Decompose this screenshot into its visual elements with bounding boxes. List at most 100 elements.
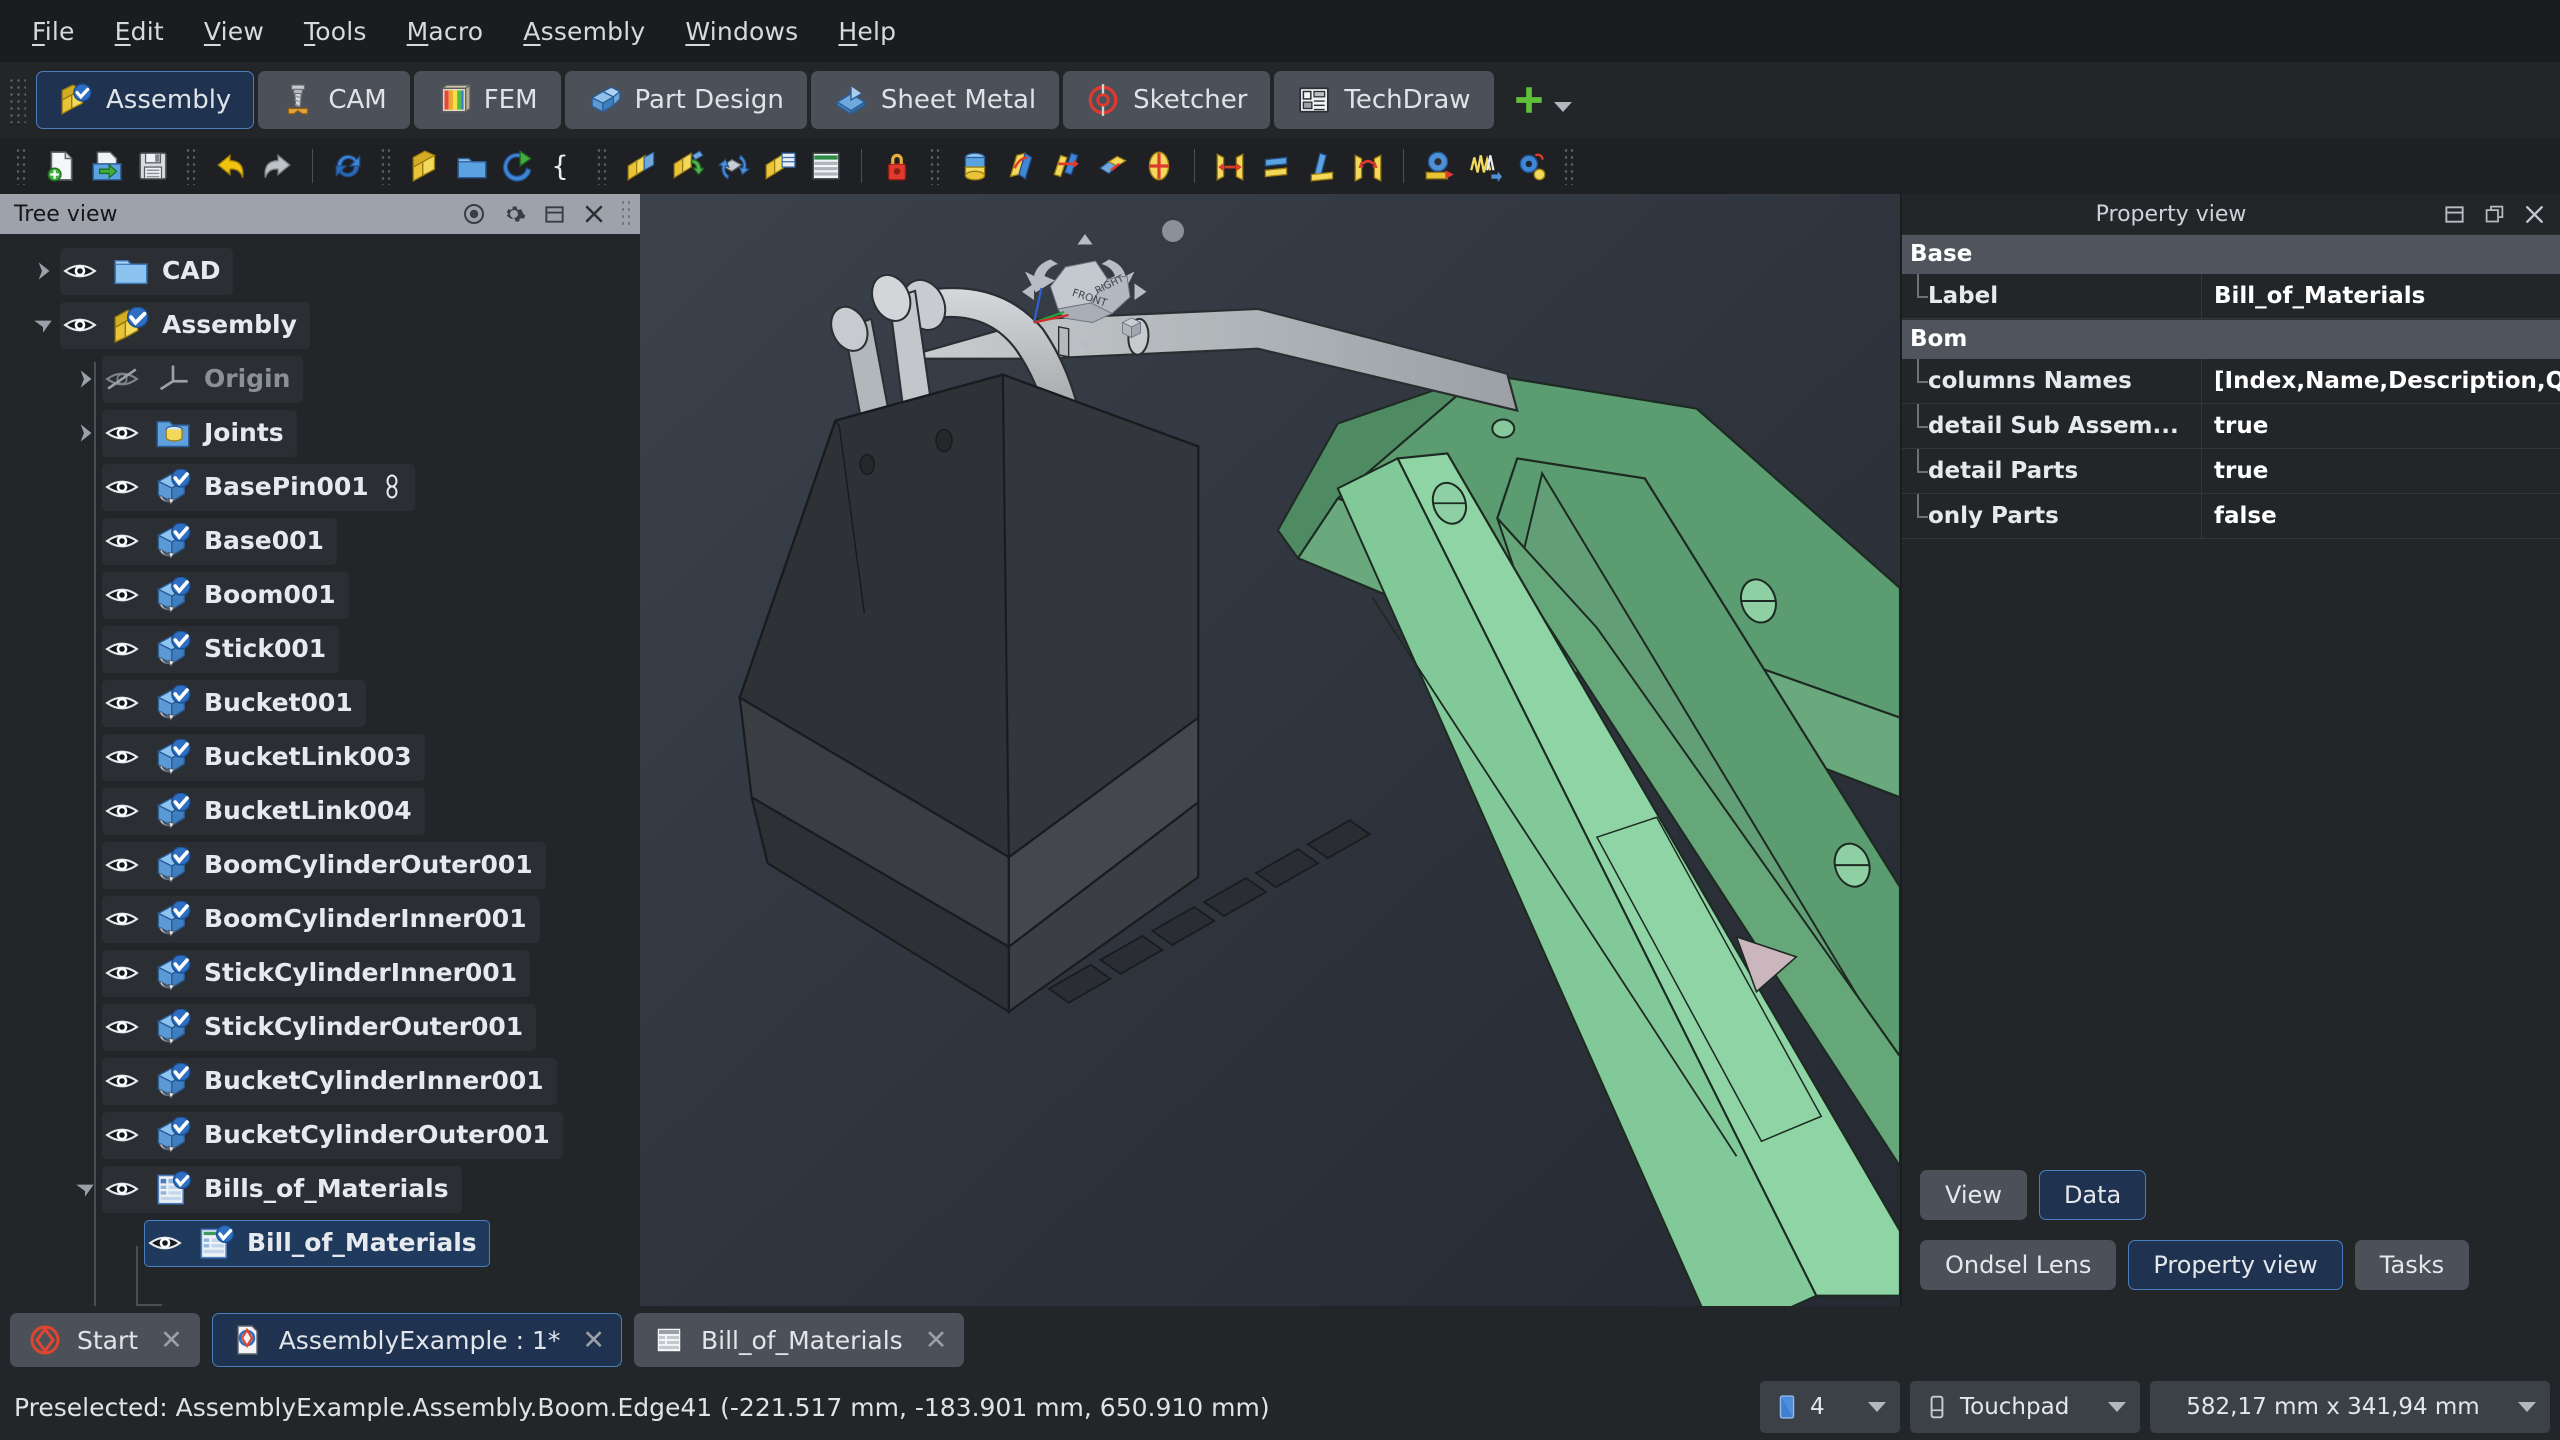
parallel-joint-icon[interactable] (1253, 143, 1299, 189)
property-value[interactable]: [Index,Name,Description,Q... (2202, 359, 2560, 404)
property-value[interactable]: Bill_of_Materials (2202, 274, 2560, 319)
expand-down-icon[interactable] (68, 1172, 102, 1206)
angle-joint-icon[interactable] (1345, 143, 1391, 189)
workbench-toolbar-grip[interactable] (8, 77, 26, 123)
insert-component-icon[interactable] (665, 143, 711, 189)
visibility-toggle-icon[interactable] (102, 961, 142, 985)
dimension-indicator[interactable]: 582,17 mm x 341,94 mm (2150, 1381, 2550, 1433)
export-bom-icon[interactable] (803, 143, 849, 189)
solve-assembly-icon[interactable] (619, 143, 665, 189)
close-tab-icon[interactable]: ✕ (576, 1325, 605, 1356)
joint-lock-icon[interactable] (874, 143, 920, 189)
menu-item-view[interactable]: View (184, 11, 284, 52)
workbench-tab-techdraw[interactable]: TechDraw (1274, 71, 1494, 129)
property-row[interactable]: columns Names [Index,Name,Description,Q..… (1902, 359, 2560, 404)
undo-icon[interactable] (208, 143, 254, 189)
create-part-icon[interactable] (449, 143, 495, 189)
tree-item-bills_of_materials[interactable]: Bills_of_Materials (0, 1162, 640, 1216)
property-row[interactable]: Label Bill_of_Materials (1902, 274, 2560, 319)
tree-item-bucketlink003[interactable]: BucketLink003 (0, 730, 640, 784)
new-document-icon[interactable] (38, 143, 84, 189)
workbench-tab-part-design[interactable]: Part Design (564, 71, 807, 129)
data-tab-button[interactable]: Data (2038, 1170, 2147, 1220)
tree-item-base001[interactable]: Base001 (0, 514, 640, 568)
perpendicular-joint-icon[interactable] (1299, 143, 1345, 189)
cylindrical-joint-icon[interactable] (952, 143, 998, 189)
workbench-tab-cam[interactable]: CAM (258, 71, 410, 129)
tasks-panel-button[interactable]: Tasks (2354, 1240, 2470, 1290)
ball-joint-icon[interactable] (1090, 143, 1136, 189)
visibility-toggle-icon[interactable] (102, 1177, 142, 1201)
toolbar-grip[interactable] (185, 147, 199, 185)
visibility-icon[interactable] (454, 195, 494, 233)
tree-item-joints[interactable]: Joints (0, 406, 640, 460)
tree-item-origin[interactable]: Origin (0, 352, 640, 406)
tree-item-bucketlink004[interactable]: BucketLink004 (0, 784, 640, 838)
visibility-toggle-icon[interactable] (60, 259, 100, 283)
navigation-style-dropdown[interactable]: Touchpad (1910, 1381, 2140, 1433)
menu-item-edit[interactable]: Edit (95, 11, 184, 52)
workbench-tab-assembly[interactable]: Assembly (36, 71, 255, 129)
tree-item-stick001[interactable]: Stick001 (0, 622, 640, 676)
chevron-down-icon[interactable] (1868, 1402, 1886, 1412)
add-workbench-caret-icon[interactable] (1553, 102, 1572, 112)
fixed-joint-icon[interactable] (1136, 143, 1182, 189)
toolbar-grip[interactable] (929, 147, 943, 185)
visibility-toggle-icon[interactable] (102, 1015, 142, 1039)
visibility-toggle-icon[interactable] (102, 637, 142, 661)
property-value[interactable]: true (2202, 449, 2560, 494)
visibility-toggle-icon[interactable] (102, 799, 142, 823)
revolute-joint-icon[interactable] (998, 143, 1044, 189)
visibility-toggle-icon[interactable] (102, 745, 142, 769)
slider-joint-icon[interactable] (1044, 143, 1090, 189)
workbench-tab-fem[interactable]: FEM (413, 71, 561, 129)
property-row[interactable]: detail Sub Assem... true (1902, 404, 2560, 449)
menu-item-windows[interactable]: Windows (665, 11, 818, 52)
visibility-toggle-icon[interactable] (102, 421, 142, 445)
property-view-panel-button[interactable]: Property view (2128, 1240, 2343, 1290)
visibility-toggle-icon[interactable] (102, 1123, 142, 1147)
visibility-toggle-icon[interactable] (102, 691, 142, 715)
visibility-toggle-icon[interactable] (102, 367, 142, 391)
ondsel-lens-panel-button[interactable]: Ondsel Lens (1920, 1240, 2117, 1290)
toggle-exploded-view-icon[interactable] (711, 143, 757, 189)
tree-panel-grip[interactable] (620, 199, 632, 229)
tree-item-boomcylinderouter001[interactable]: BoomCylinderOuter001 (0, 838, 640, 892)
view-tab-button[interactable]: View (1920, 1170, 2027, 1220)
close-icon[interactable] (574, 195, 614, 233)
toolbar-grip[interactable] (15, 147, 29, 185)
float-icon[interactable] (2474, 195, 2514, 233)
menu-item-tools[interactable]: Tools (284, 11, 387, 52)
property-row[interactable]: detail Parts true (1902, 449, 2560, 494)
measure-icon[interactable] (1416, 143, 1462, 189)
menu-item-macro[interactable]: Macro (387, 11, 504, 52)
scene-inspector-dropdown[interactable]: 4 (1760, 1381, 1900, 1433)
property-row[interactable]: only Parts false (1902, 494, 2560, 539)
menu-item-help[interactable]: Help (818, 11, 916, 52)
property-value[interactable]: true (2202, 404, 2560, 449)
visibility-toggle-icon[interactable] (102, 475, 142, 499)
navigation-cube[interactable]: FRONT RIGHT (1015, 234, 1155, 354)
menu-item-assembly[interactable]: Assembly (503, 11, 665, 52)
toolbar-grip[interactable] (1563, 147, 1577, 185)
create-bom-icon[interactable] (757, 143, 803, 189)
close-icon[interactable] (2514, 195, 2554, 233)
distance-joint-icon[interactable] (1207, 143, 1253, 189)
tree-item-boom001[interactable]: Boom001 (0, 568, 640, 622)
close-tab-icon[interactable]: ✕ (154, 1325, 183, 1356)
create-variable-set-icon[interactable]: { } (541, 143, 587, 189)
toolbar-grip[interactable] (380, 147, 394, 185)
expand-down-icon[interactable] (26, 308, 60, 342)
add-workbench-button[interactable] (1498, 83, 1586, 117)
refresh-icon[interactable] (325, 143, 371, 189)
tree-item-boomcylinderinner001[interactable]: BoomCylinderInner001 (0, 892, 640, 946)
close-tab-icon[interactable]: ✕ (919, 1325, 948, 1356)
property-value[interactable]: false (2202, 494, 2560, 539)
visibility-toggle-icon[interactable] (102, 853, 142, 877)
visibility-toggle-icon[interactable] (102, 1069, 142, 1093)
visibility-toggle-icon[interactable] (102, 583, 142, 607)
tree-item-basepin001[interactable]: BasePin001 (0, 460, 640, 514)
gear-icon[interactable] (494, 195, 534, 233)
view-settings-dot-icon[interactable] (1162, 220, 1184, 242)
chevron-down-icon[interactable] (2518, 1402, 2536, 1412)
